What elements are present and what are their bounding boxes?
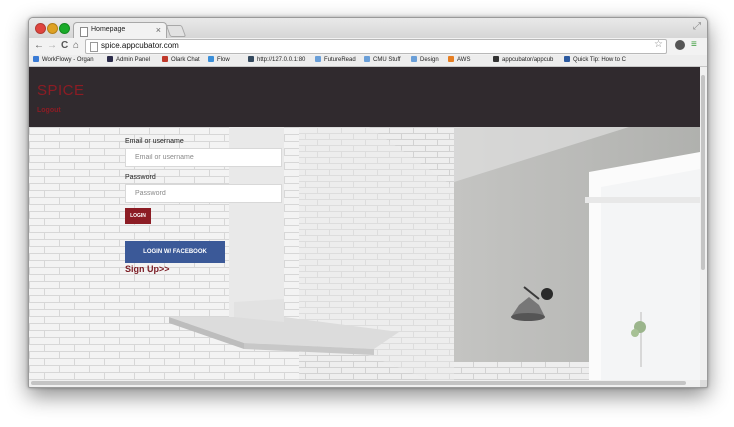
- forward-button[interactable]: →: [47, 40, 57, 51]
- fullscreen-icon[interactable]: ⤢: [693, 21, 701, 32]
- window-minimize-button[interactable]: [47, 23, 58, 34]
- horizontal-scrollbar[interactable]: [29, 380, 700, 387]
- bookmark-item[interactable]: Olark Chat: [162, 55, 200, 66]
- login-button[interactable]: LOGIN: [125, 208, 151, 224]
- menu-icon[interactable]: ≡: [691, 39, 697, 50]
- bookmark-label: Design: [420, 57, 439, 63]
- bookmark-label: FutureRead: [324, 57, 356, 63]
- bookmark-label: WorkFlowy - Organ: [42, 57, 94, 63]
- vertical-scroll-thumb[interactable]: [701, 75, 705, 270]
- site-header: SPICE Logout: [29, 67, 700, 127]
- address-bar[interactable]: spice.appcubator.com ☆: [85, 39, 667, 54]
- bookmark-icon: [411, 56, 417, 62]
- logout-link[interactable]: Logout: [37, 107, 61, 114]
- bookmark-icon: [33, 56, 39, 62]
- bookmark-item[interactable]: AWS: [448, 55, 470, 66]
- bookmark-icon: [208, 56, 214, 62]
- window-maximize-button[interactable]: [59, 23, 70, 34]
- signup-link[interactable]: Sign Up>>: [125, 264, 170, 274]
- password-label: Password: [125, 174, 156, 181]
- back-button[interactable]: ←: [34, 40, 44, 51]
- browser-window: Homepage × ⤢ ← → C ⌂ spice.appcubator.co…: [28, 17, 708, 388]
- bookmark-label: CMU Stuff: [373, 57, 401, 63]
- extension-icon[interactable]: [675, 40, 685, 50]
- bookmark-icon: [315, 56, 321, 62]
- bookmark-item[interactable]: http://127.0.0.1:80: [248, 55, 305, 66]
- username-field[interactable]: [125, 148, 282, 167]
- title-bar: Homepage × ⤢: [29, 18, 707, 39]
- password-field[interactable]: [125, 184, 282, 203]
- bookmark-item[interactable]: Flow: [208, 55, 230, 66]
- home-button[interactable]: ⌂: [73, 40, 79, 51]
- bookmark-icon: [364, 56, 370, 62]
- tab-title: Homepage: [91, 26, 126, 33]
- page-content: SPICE Logout Email or username Email or …: [29, 67, 700, 380]
- bookmark-label: Admin Panel: [116, 57, 151, 63]
- bookmark-item[interactable]: Quick Tip: How to C: [564, 55, 626, 66]
- bookmark-icon: [448, 56, 454, 62]
- bookmark-icon: [564, 56, 570, 62]
- page-icon: [90, 42, 98, 52]
- window-close-button[interactable]: [35, 23, 46, 34]
- browser-toolbar: ← → C ⌂ spice.appcubator.com ☆ ≡: [29, 38, 707, 55]
- facebook-login-button[interactable]: LOGIN W/ FACEBOOK: [125, 241, 225, 263]
- bookmark-item[interactable]: WorkFlowy - Organ: [33, 55, 94, 66]
- bookmark-icon: [248, 56, 254, 62]
- bookmark-label: Flow: [217, 57, 230, 63]
- bookmark-label: appcubator/appcub: [502, 57, 554, 63]
- bookmark-item[interactable]: FutureRead: [315, 55, 356, 66]
- tab-close-icon[interactable]: ×: [156, 25, 161, 35]
- bookmark-icon: [493, 56, 499, 62]
- url-text[interactable]: spice.appcubator.com: [101, 41, 179, 50]
- bookmark-item[interactable]: appcubator/appcub: [493, 55, 553, 66]
- bookmarks-bar: WorkFlowy - Organ Admin Panel Olark Chat Fl…: [29, 55, 707, 67]
- bookmark-item[interactable]: CMU Stuff: [364, 55, 401, 66]
- bookmark-item[interactable]: Admin Panel: [107, 55, 150, 66]
- hero-background: Email or username Password LOGIN LOGIN W…: [29, 127, 700, 380]
- vertical-scrollbar[interactable]: [700, 67, 707, 380]
- bookmark-star-icon[interactable]: ☆: [654, 39, 663, 50]
- horizontal-scroll-thumb[interactable]: [31, 381, 686, 385]
- new-tab-button[interactable]: [165, 25, 187, 37]
- bookmark-label: AWS: [457, 57, 471, 63]
- username-label: Email or username: [125, 138, 184, 145]
- browser-tab[interactable]: Homepage ×: [73, 22, 167, 39]
- reload-button[interactable]: C: [61, 40, 68, 51]
- bookmark-label: Quick Tip: How to C: [573, 57, 627, 63]
- bookmark-label: Olark Chat: [171, 57, 200, 63]
- bookmark-icon: [162, 56, 168, 62]
- bookmark-label: http://127.0.0.1:80: [257, 57, 306, 63]
- brand-logo[interactable]: SPICE: [37, 82, 85, 99]
- bookmark-icon: [107, 56, 113, 62]
- bookmark-item[interactable]: Design: [411, 55, 439, 66]
- page-icon: [80, 27, 88, 37]
